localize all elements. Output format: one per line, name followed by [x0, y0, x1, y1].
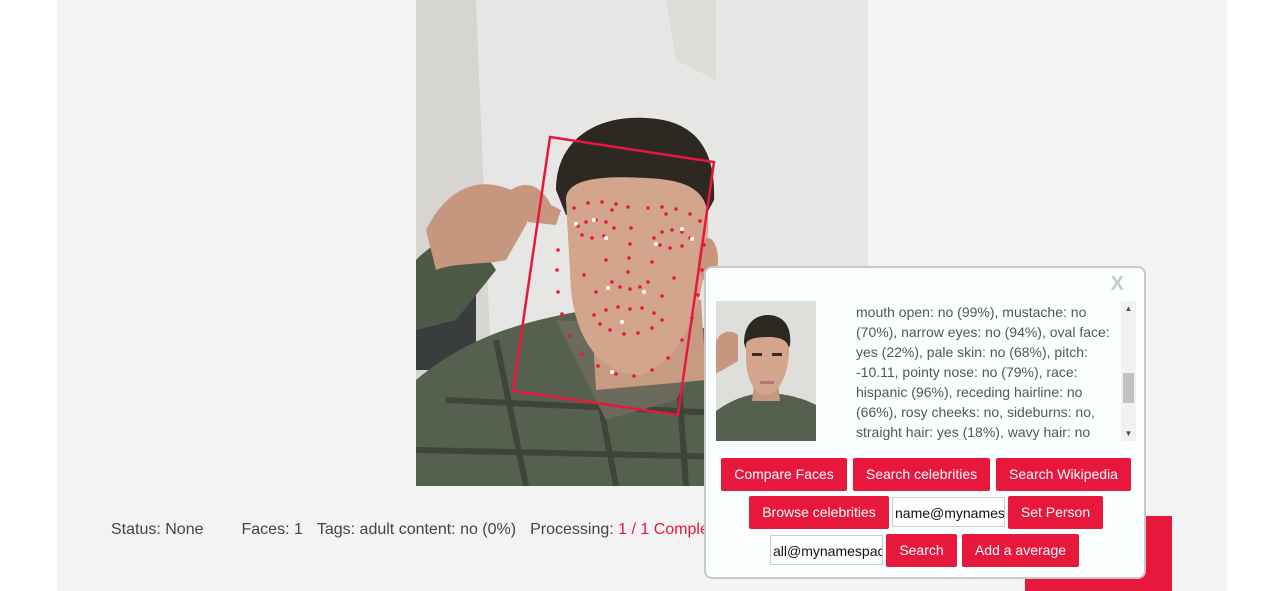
description-scrollbar[interactable]: ▲ ▼: [1121, 301, 1136, 441]
face-details-popup: X mouth open: no (99%), mustache: no (70…: [704, 266, 1146, 579]
set-person-button[interactable]: Set Person: [1008, 496, 1103, 529]
status-text: Status: None: [111, 521, 204, 538]
face-attributes-text: mouth open: no (99%), mustache: no (70%)…: [856, 304, 1110, 440]
add-average-button[interactable]: Add a average: [962, 534, 1079, 567]
tags-text: Tags: adult content: no (0%): [316, 521, 517, 538]
browse-celebrities-button[interactable]: Browse celebrities: [749, 496, 889, 529]
namespace-search-input[interactable]: all@mynamespace: [770, 535, 883, 565]
search-wikipedia-button[interactable]: Search Wikipedia: [996, 458, 1131, 491]
face-thumbnail: [716, 301, 816, 441]
scroll-up-icon[interactable]: ▲: [1121, 301, 1136, 316]
search-button[interactable]: Search: [886, 534, 957, 567]
processing-label: Processing:: [530, 521, 614, 538]
processing-value: 1 / 1 Comple: [618, 521, 709, 538]
close-icon[interactable]: X: [1111, 273, 1124, 296]
compare-faces-button[interactable]: Compare Faces: [721, 458, 847, 491]
scroll-thumb[interactable]: [1123, 373, 1134, 403]
search-celebrities-button[interactable]: Search celebrities: [853, 458, 990, 491]
person-name-input[interactable]: name@mynamespace: [892, 497, 1005, 527]
faces-count: Faces: 1: [241, 521, 303, 538]
status-bar: Status: None Faces: 1 Tags: adult content:…: [111, 521, 709, 543]
scroll-down-icon[interactable]: ▼: [1121, 426, 1136, 441]
